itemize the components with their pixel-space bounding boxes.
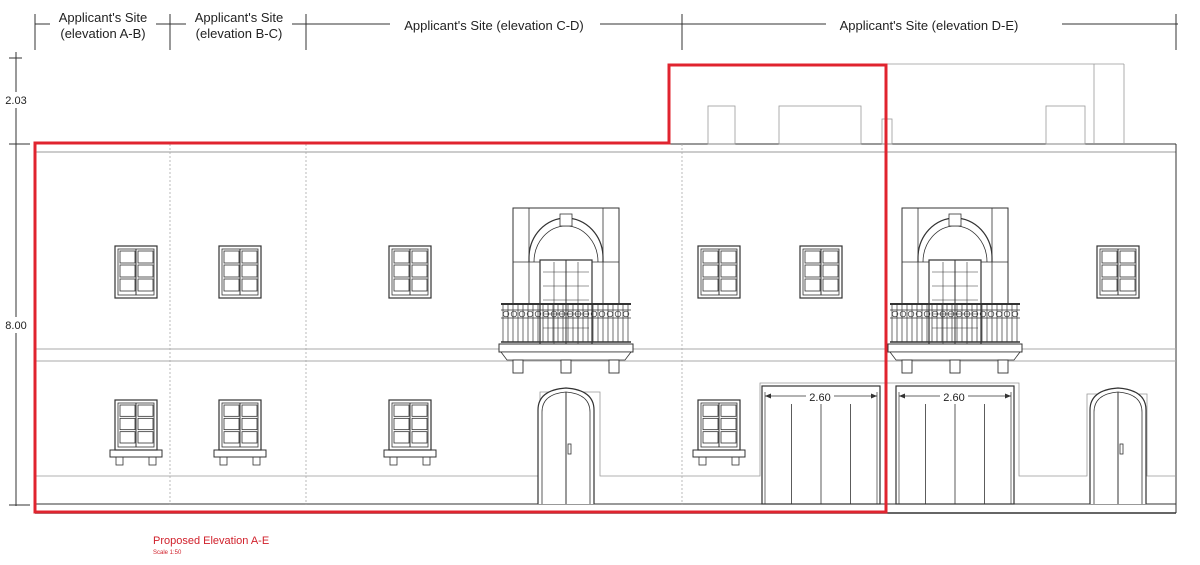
- arched-door-left: [537, 387, 595, 504]
- lower-window: [213, 399, 267, 466]
- caption-title: Proposed Elevation A-E: [153, 535, 269, 547]
- lower-windows: [109, 399, 746, 466]
- dim-label-bc-line2: (elevation B-C): [196, 26, 283, 41]
- property-divisions: [169, 144, 683, 505]
- upper-window: [218, 245, 262, 299]
- garage-width-left: 2.60: [809, 392, 830, 404]
- upper-window: [114, 245, 158, 299]
- dim-label-ab-line1: Applicant's Site: [59, 10, 147, 25]
- upper-window: [799, 245, 843, 299]
- balcony-bay-right: [887, 207, 1023, 374]
- lower-window: [383, 399, 437, 466]
- arched-door-right: [1089, 387, 1147, 504]
- dim-label-ab-line2: (elevation A-B): [60, 26, 145, 41]
- lower-window: [692, 399, 746, 466]
- left-dimension-chain: [9, 52, 30, 506]
- elevation-drawing: Applicant's Site (elevation A-B) Applica…: [3, 8, 1178, 556]
- dim-label-bc-line1: Applicant's Site: [195, 10, 283, 25]
- roof-structures: [707, 63, 1125, 145]
- dim-height-facade: 8.00: [5, 320, 26, 332]
- balcony-bay-left: [498, 207, 634, 374]
- upper-window: [1096, 245, 1140, 299]
- proposed-area-outline: [33, 63, 888, 514]
- upper-windows: [114, 245, 1140, 299]
- upper-window: [697, 245, 741, 299]
- dim-label-cd: Applicant's Site (elevation C-D): [404, 18, 584, 33]
- dim-height-roof: 2.03: [5, 95, 26, 107]
- caption-scale: Scale 1:50: [153, 550, 182, 556]
- garage-width-right: 2.60: [943, 392, 964, 404]
- dim-label-de: Applicant's Site (elevation D-E): [840, 18, 1019, 33]
- upper-window: [388, 245, 432, 299]
- lower-window: [109, 399, 163, 466]
